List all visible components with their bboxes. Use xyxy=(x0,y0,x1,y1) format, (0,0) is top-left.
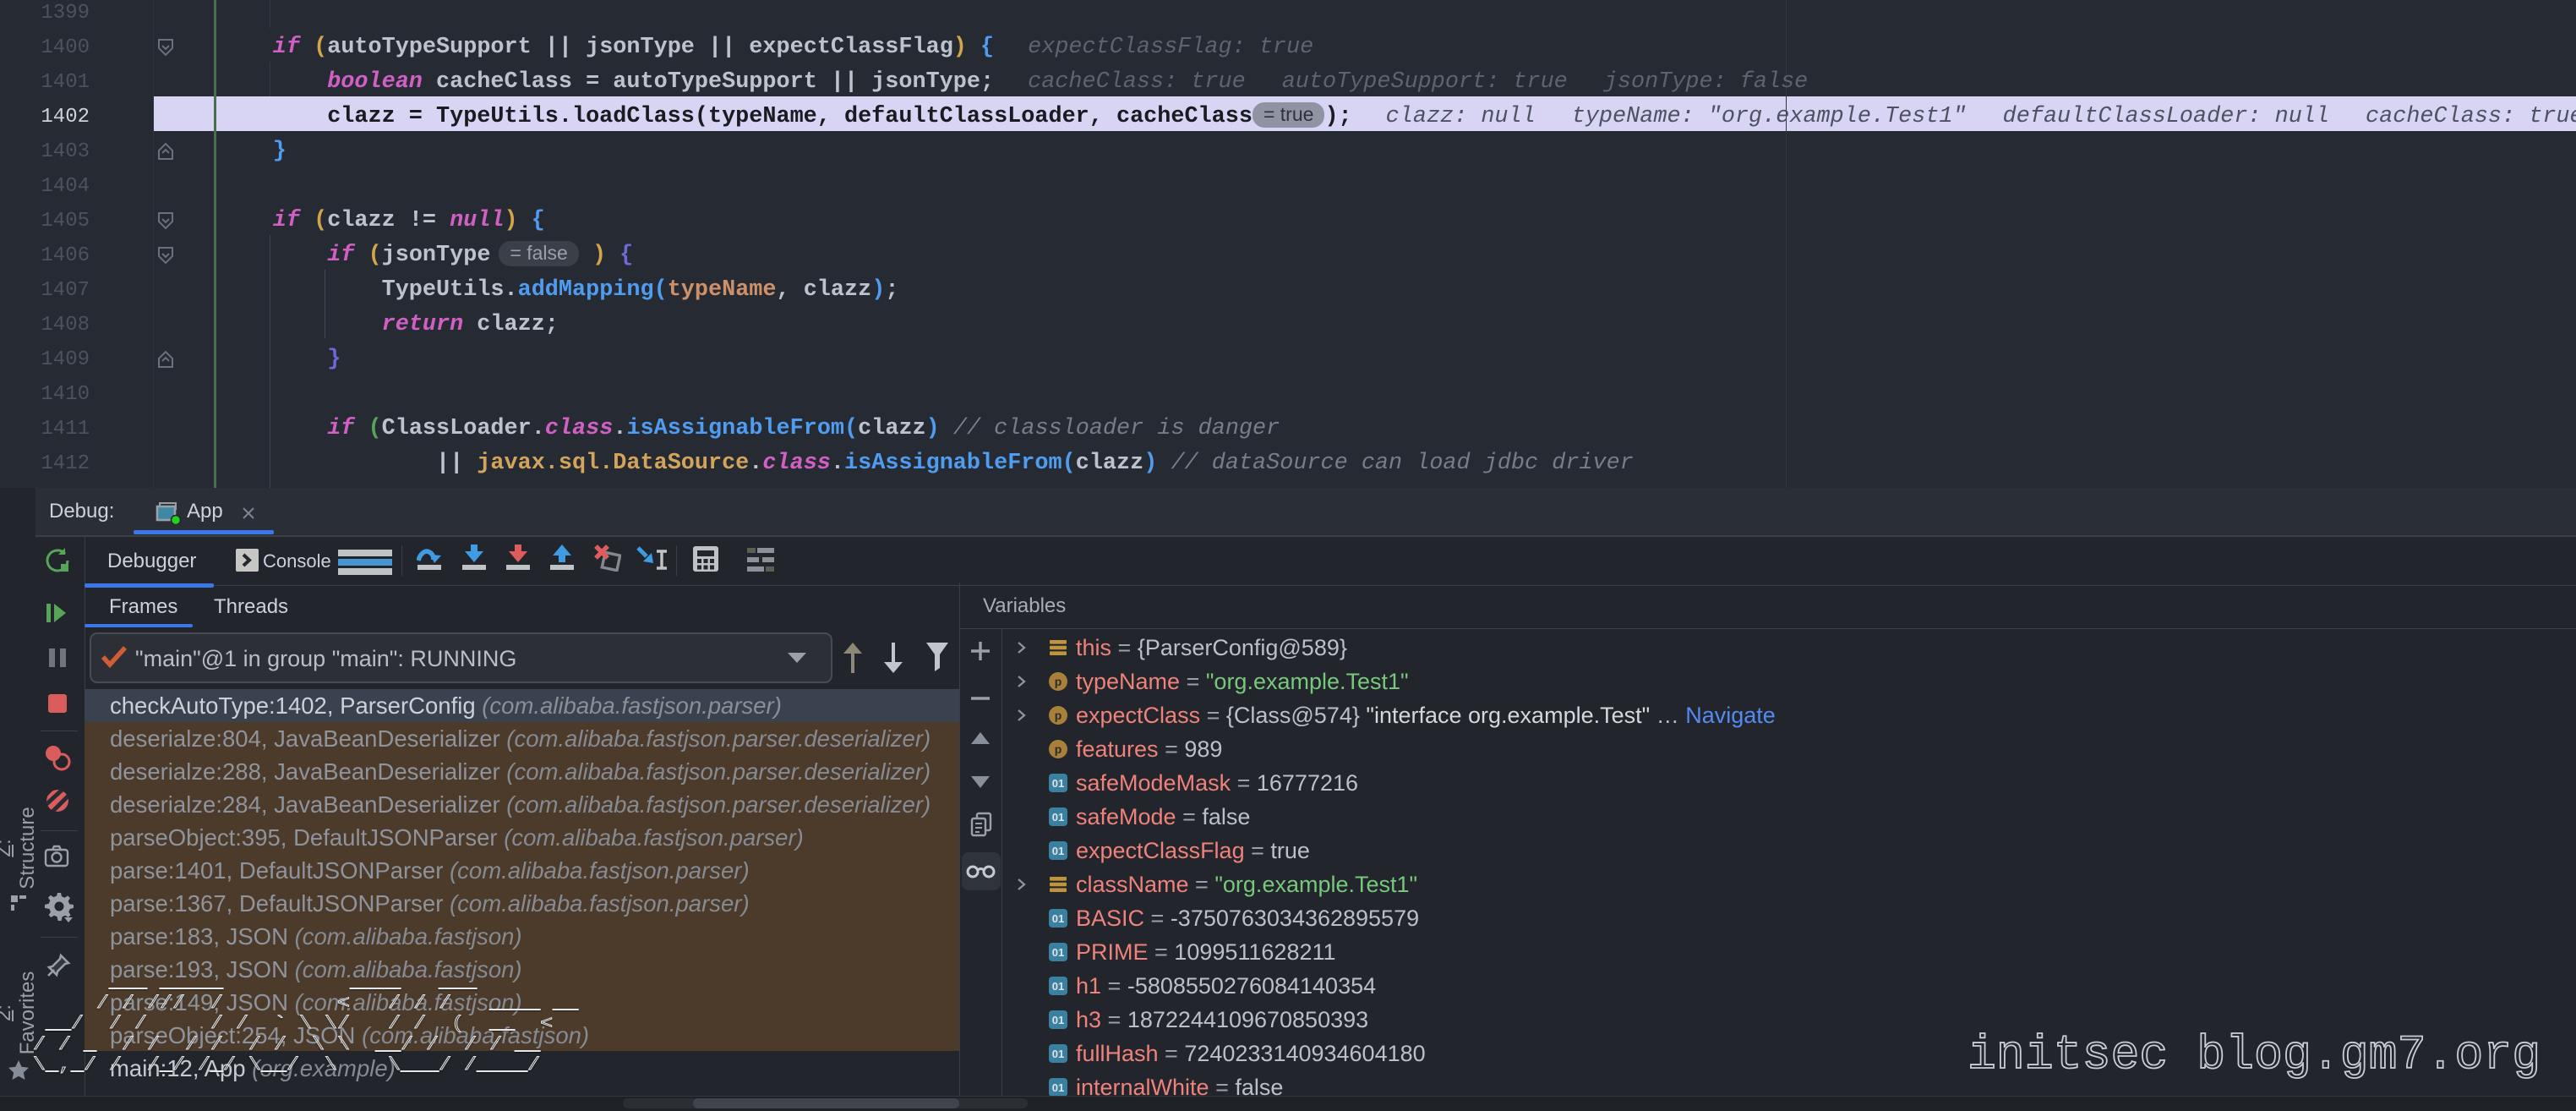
svg-text:01: 01 xyxy=(1052,912,1064,925)
svg-text:01: 01 xyxy=(1052,777,1064,790)
svg-text:01: 01 xyxy=(1052,946,1064,959)
svg-text:p: p xyxy=(1055,742,1062,756)
svg-text:01: 01 xyxy=(1052,1081,1064,1094)
svg-text:01: 01 xyxy=(1052,980,1064,993)
svg-text:01: 01 xyxy=(1052,1048,1064,1060)
svg-text:01: 01 xyxy=(1052,1014,1064,1026)
svg-text:01: 01 xyxy=(1052,845,1064,857)
svg-text:01: 01 xyxy=(1052,811,1064,824)
svg-text:p: p xyxy=(1055,675,1062,688)
svg-text:p: p xyxy=(1055,709,1062,722)
